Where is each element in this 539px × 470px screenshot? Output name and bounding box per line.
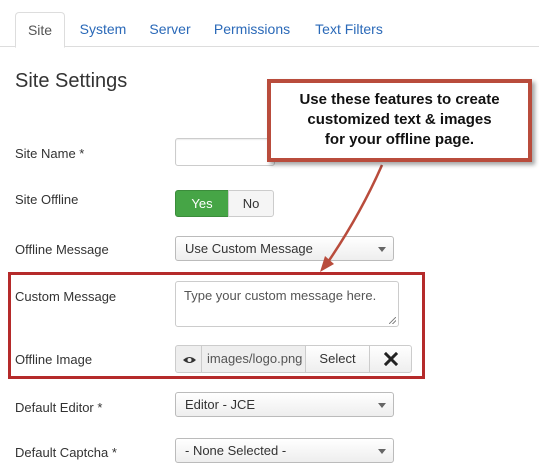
custom-message-placeholder: Type your custom message here. [184, 288, 377, 303]
tab-system[interactable]: System [73, 12, 133, 47]
default-captcha-select[interactable]: - None Selected - [175, 438, 394, 463]
offline-message-value: Use Custom Message [185, 241, 313, 256]
tab-permissions[interactable]: Permissions [210, 12, 294, 47]
chevron-down-icon [378, 403, 386, 408]
callout-line: customized text & images [307, 111, 492, 128]
image-select-button[interactable]: Select [305, 345, 370, 373]
default-captcha-value: - None Selected - [185, 443, 287, 458]
site-offline-yes-button[interactable]: Yes [175, 190, 229, 217]
close-icon [383, 351, 398, 366]
eye-icon [183, 357, 196, 363]
default-editor-label: Default Editor * [15, 400, 103, 415]
image-clear-button[interactable] [369, 345, 412, 373]
site-offline-no-button[interactable]: No [228, 190, 274, 217]
default-editor-select[interactable]: Editor - JCE [175, 392, 394, 417]
custom-message-textarea[interactable]: Type your custom message here. [175, 281, 399, 327]
tab-server[interactable]: Server [145, 12, 195, 47]
preview-button[interactable] [175, 345, 202, 373]
tab-bar: Site System Server Permissions Text Filt… [0, 0, 539, 48]
custom-message-label: Custom Message [15, 289, 117, 304]
default-captcha-label: Default Captcha * [15, 445, 117, 460]
callout-line: for your offline page. [324, 131, 475, 148]
section-title: Site Settings [15, 70, 128, 92]
site-name-label: Site Name * [15, 146, 85, 161]
offline-message-select[interactable]: Use Custom Message [175, 236, 394, 261]
chevron-down-icon [378, 247, 386, 252]
resize-handle-icon[interactable] [389, 317, 396, 324]
chevron-down-icon [378, 449, 386, 454]
site-offline-label: Site Offline [15, 192, 79, 207]
offline-message-label: Offline Message [15, 242, 109, 257]
offline-image-path: images/logo.png [201, 345, 306, 373]
offline-image-label: Offline Image [15, 352, 93, 367]
default-editor-value: Editor - JCE [185, 397, 256, 412]
tab-site[interactable]: Site [15, 12, 65, 48]
tab-text-filters[interactable]: Text Filters [308, 12, 390, 47]
callout-box: Use these features to create customized … [267, 79, 532, 162]
site-name-input[interactable] [175, 138, 275, 166]
callout-line: Use these features to create [299, 91, 500, 108]
